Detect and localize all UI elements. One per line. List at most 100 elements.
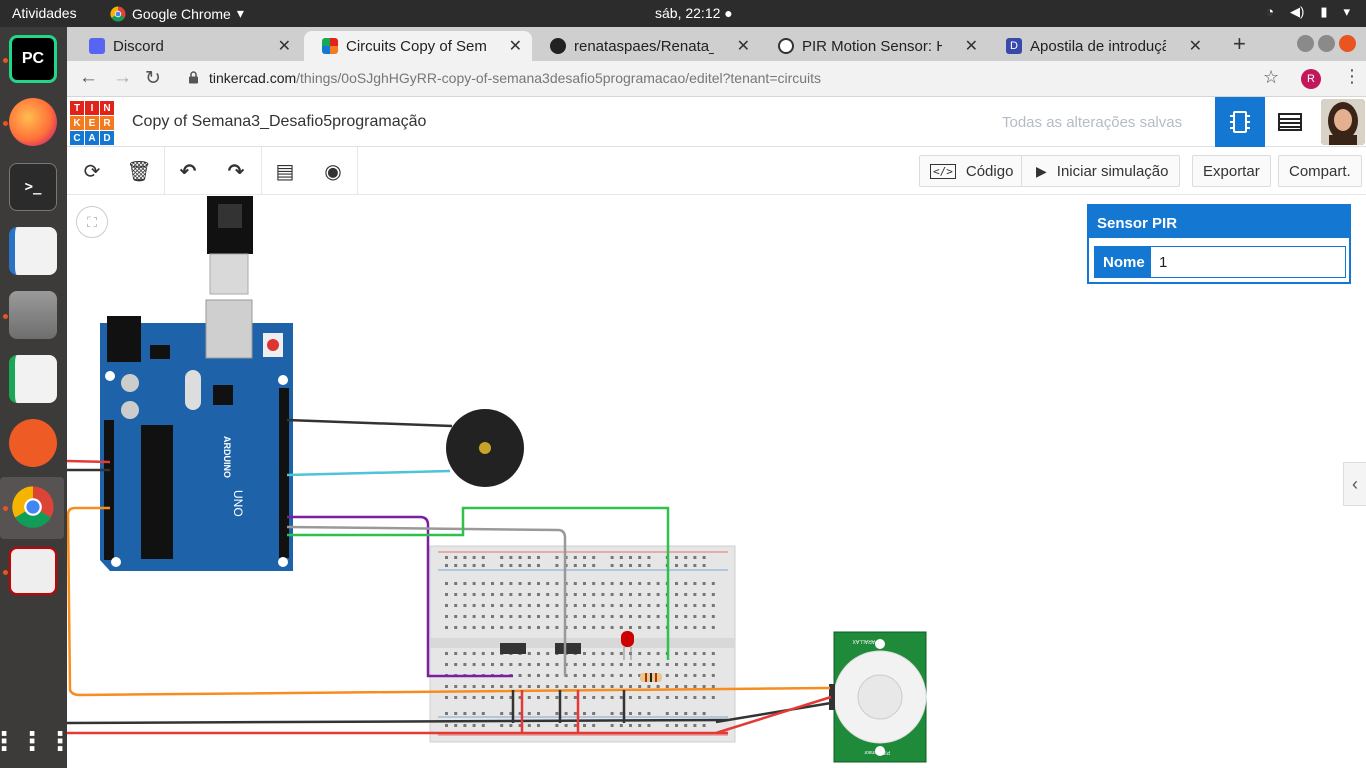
tab-label: Apostila de introdução ao Arduino — [1030, 37, 1166, 55]
running-indicator — [3, 314, 8, 319]
bookmark-star-icon[interactable]: ☆ — [1263, 67, 1279, 88]
usb-cable[interactable] — [207, 196, 253, 295]
show-apps-icon[interactable]: ⋮⋮⋮ — [0, 717, 73, 765]
profile-avatar[interactable]: R — [1301, 69, 1321, 89]
minimize-icon[interactable] — [1297, 35, 1314, 52]
save-status: Todas as alterações salvas — [1002, 114, 1183, 131]
editor-toolbar: ⟳ 🗑 ↶ ↷ ▤ ◉ </> Código ▶ Iniciar simulaç… — [67, 147, 1366, 195]
tab-pir-motion[interactable]: PIR Motion Sensor: How PIRs work ✕ — [760, 31, 988, 61]
redo-icon[interactable]: ↷ — [224, 159, 248, 183]
schematic-list-view-button[interactable] — [1265, 97, 1315, 147]
simulate-label: Iniciar simulação — [1056, 162, 1169, 180]
pir-brand: PARALLAX — [852, 638, 878, 644]
d-favicon-icon: D — [1006, 38, 1022, 54]
chip-icon — [1230, 111, 1250, 133]
share-button[interactable]: Compart. — [1278, 155, 1362, 187]
calc-icon[interactable] — [9, 355, 57, 403]
piezo-buzzer[interactable] — [446, 409, 524, 487]
url-field[interactable]: tinkercad.com/things/0oSJghHGyRR-copy-of… — [209, 70, 821, 86]
address-bar-row: ← → ↻ tinkercad.com/things/0oSJghHGyRR-c… — [67, 61, 1366, 97]
start-simulation-button[interactable]: ▶ Iniciar simulação — [1021, 155, 1180, 187]
new-tab-icon[interactable]: + — [1233, 31, 1246, 57]
firefox-icon[interactable] — [9, 98, 57, 146]
tinkercad-favicon-icon — [322, 38, 338, 54]
pushbutton-2[interactable] — [555, 643, 581, 654]
dock: PC >_ ⋮⋮⋮ — [0, 27, 73, 768]
forward-icon[interactable]: → — [113, 67, 132, 89]
name-label: Nome — [1095, 247, 1151, 277]
toolbar-divider — [261, 147, 262, 195]
reload-icon[interactable]: ↻ — [145, 67, 161, 90]
share-label: Compart. — [1289, 162, 1351, 180]
files-icon[interactable] — [9, 291, 57, 339]
breadboard[interactable] — [429, 545, 736, 743]
circuit-canvas[interactable]: ARDUINO UNO PIR Sensor PARALLAX ⛶ Sensor… — [67, 196, 1366, 768]
export-button[interactable]: Exportar — [1192, 155, 1271, 187]
logo-letter: E — [85, 116, 99, 130]
app-menu[interactable]: Google Chrome ▾ — [110, 5, 244, 22]
toolbar-divider — [164, 147, 165, 195]
name-row: Nome 1 — [1094, 246, 1346, 278]
chevron-left-icon: ‹ — [1352, 473, 1358, 494]
rotate-icon[interactable]: ⟳ — [80, 159, 104, 183]
tab-discord[interactable]: Discord ✕ — [71, 31, 301, 61]
resistor[interactable] — [640, 673, 662, 682]
close-tab-icon[interactable]: ✕ — [965, 36, 978, 56]
running-indicator — [3, 506, 8, 511]
logo-letter: K — [70, 116, 84, 130]
close-window-icon[interactable] — [1339, 35, 1356, 52]
fit-view-icon[interactable]: ⛶ — [76, 206, 108, 238]
menu-kebab-icon[interactable]: ⋮ — [1343, 66, 1361, 87]
inspector-title: Sensor PIR — [1089, 206, 1349, 238]
tab-tinkercad[interactable]: Circuits Copy of Semana3_Desafio5program… — [304, 31, 532, 61]
pir-label: PIR Sensor — [864, 749, 890, 755]
tinkercad-header: TIN KER CAD Copy of Semana3_Desafio5progra… — [67, 97, 1366, 147]
logo-letter: R — [100, 116, 114, 130]
pushbutton-1[interactable] — [500, 643, 526, 654]
close-tab-icon[interactable]: ✕ — [509, 36, 522, 56]
delete-icon[interactable]: 🗑 — [126, 159, 151, 183]
pycharm-icon[interactable]: PC — [9, 35, 57, 83]
running-indicator — [3, 121, 8, 126]
clock[interactable]: sáb, 22:12 ● — [655, 5, 733, 21]
design-title[interactable]: Copy of Semana3_Desafio5programação — [132, 113, 426, 131]
arduino-uno-board[interactable]: ARDUINO UNO — [100, 299, 293, 571]
wifi-icon: ◔ — [1266, 4, 1274, 19]
components-panel-toggle[interactable]: ‹ — [1343, 462, 1366, 506]
close-tab-icon[interactable]: ✕ — [737, 36, 750, 56]
system-top-bar: Atividades Google Chrome ▾ sáb, 22:12 ● … — [0, 0, 1366, 27]
undo-icon[interactable]: ↶ — [176, 159, 200, 183]
system-tray[interactable]: ◔ ◀) ▮ ▾ — [1266, 4, 1350, 20]
activities-button[interactable]: Atividades — [12, 5, 77, 21]
logo-letter: T — [70, 101, 84, 115]
terminal-icon[interactable]: >_ — [9, 163, 57, 211]
tab-apostila[interactable]: D Apostila de introdução ao Arduino ✕ — [988, 31, 1212, 61]
visibility-eye-icon[interactable]: ◉ — [321, 159, 345, 183]
code-icon: </> — [930, 163, 956, 179]
browser-tab-strip: Discord ✕ Circuits Copy of Semana3_Desaf… — [67, 27, 1366, 61]
postman-icon[interactable] — [9, 419, 57, 467]
pycharm-label: PC — [21, 50, 45, 67]
close-tab-icon[interactable]: ✕ — [278, 36, 291, 56]
pir-sensor[interactable]: PIR Sensor PARALLAX — [829, 631, 927, 763]
chrome-icon — [110, 5, 126, 22]
url-host: tinkercad.com — [209, 70, 297, 86]
back-icon[interactable]: ← — [79, 67, 98, 89]
chrome-icon[interactable] — [9, 483, 57, 531]
pdf-reader-icon[interactable] — [9, 547, 57, 595]
chevron-down-icon: ▾ — [1343, 4, 1350, 19]
circuit-view-button[interactable] — [1215, 97, 1265, 147]
logo-letter: D — [100, 131, 114, 145]
writer-icon[interactable] — [9, 227, 57, 275]
uno-label: UNO — [231, 490, 245, 517]
code-button[interactable]: </> Código — [919, 155, 1025, 187]
lock-icon — [189, 71, 198, 84]
maximize-icon[interactable] — [1318, 35, 1335, 52]
user-avatar[interactable] — [1321, 99, 1365, 145]
tab-label: renataspaes/Renata_Treinamento — [574, 37, 714, 55]
tab-github[interactable]: renataspaes/Renata_Treinamento ✕ — [532, 31, 760, 61]
notes-icon[interactable]: ▤ — [273, 159, 297, 183]
close-tab-icon[interactable]: ✕ — [1189, 36, 1202, 56]
tinkercad-logo[interactable]: TIN KER CAD — [70, 101, 114, 145]
name-input[interactable]: 1 — [1151, 247, 1345, 277]
